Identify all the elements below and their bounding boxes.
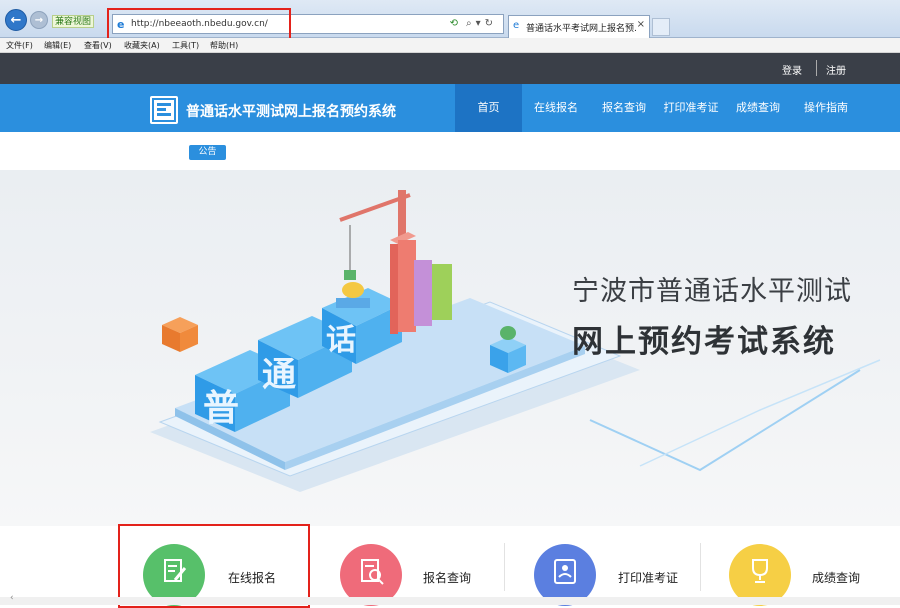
site-logo-icon: [150, 96, 178, 124]
browser-tab[interactable]: e 普通话水平考试网上报名预... ×: [508, 15, 650, 38]
back-button[interactable]: ←: [5, 9, 27, 31]
new-tab-button[interactable]: [652, 18, 670, 36]
art-char-1: 普: [203, 388, 239, 429]
nav-score-query[interactable]: 成绩查询: [729, 84, 787, 132]
menu-edit[interactable]: 编辑(E): [44, 40, 71, 51]
tab-close-icon[interactable]: ×: [637, 19, 645, 30]
nav-print-ticket[interactable]: 打印准考证: [659, 84, 723, 132]
service-score-query[interactable]: 成绩查询: [812, 569, 860, 586]
site-title: 普通话水平测试网上报名预约系统: [186, 104, 396, 120]
hero-title-line2: 网上预约考试系统: [572, 324, 836, 360]
nav-home[interactable]: 首页: [455, 84, 522, 132]
nav-guide[interactable]: 操作指南: [797, 84, 855, 132]
compat-view-badge[interactable]: 兼容视图: [52, 15, 95, 28]
notice-button[interactable]: 公告: [189, 145, 226, 160]
menu-view[interactable]: 查看(V): [84, 40, 112, 51]
hero-title-line1: 宁波市普通话水平测试: [572, 276, 852, 307]
art-char-3: 话: [326, 323, 356, 358]
tab-favicon-icon: e: [513, 20, 520, 31]
scroll-left-icon[interactable]: ‹: [10, 593, 14, 603]
horizontal-scrollbar[interactable]: ‹: [0, 593, 900, 605]
menu-help[interactable]: 帮助(H): [210, 40, 238, 51]
menu-favorites[interactable]: 收藏夹(A): [124, 40, 160, 51]
menu-tools[interactable]: 工具(T): [172, 40, 199, 51]
menu-file[interactable]: 文件(F): [6, 40, 33, 51]
nav-online-register[interactable]: 在线报名: [527, 84, 585, 132]
topbar-divider: [816, 60, 817, 76]
hero-banner: 普 通 话 宁波市普通话水平测试 网上预约考试系统: [0, 170, 900, 526]
url-highlight-box: [107, 8, 291, 42]
register-link[interactable]: 注册: [826, 62, 846, 77]
forward-button[interactable]: →: [30, 11, 48, 29]
nav-register-query[interactable]: 报名查询: [595, 84, 653, 132]
site-topbar: 登录 注册: [0, 53, 900, 84]
art-char-2: 通: [262, 355, 296, 395]
tab-title: 普通话水平考试网上报名预...: [526, 24, 636, 34]
register-highlight-box: [118, 524, 310, 608]
service-divider: [700, 543, 701, 591]
service-register-query[interactable]: 报名查询: [423, 569, 471, 586]
compat-toggle-icon[interactable]: ⟲: [450, 18, 458, 29]
service-print-ticket[interactable]: 打印准考证: [618, 569, 678, 586]
browser-menubar: 文件(F) 编辑(E) 查看(V) 收藏夹(A) 工具(T) 帮助(H): [0, 38, 900, 53]
service-divider: [504, 543, 505, 591]
search-refresh-icons[interactable]: ⌕▾↻: [466, 18, 497, 29]
login-link[interactable]: 登录: [782, 62, 802, 77]
